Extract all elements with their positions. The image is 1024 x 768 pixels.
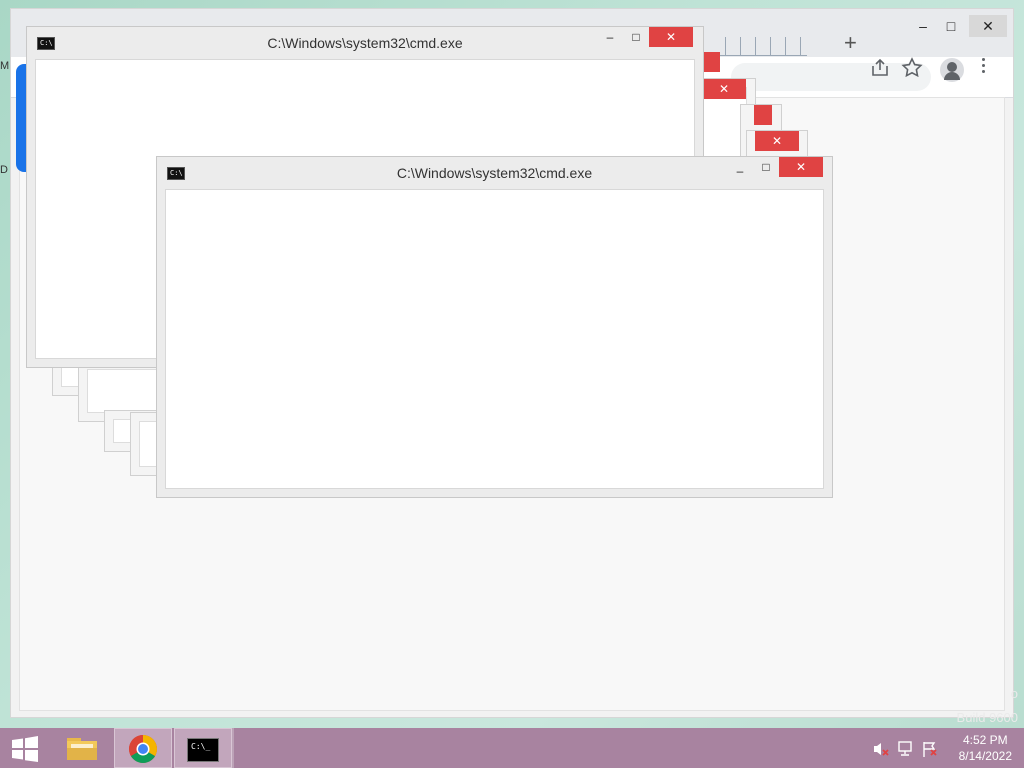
cmd-window-front: C:\ C:\Windows\system32\cmd.exe – □ ✕ — [156, 156, 833, 498]
chrome-minimize-button[interactable]: – — [911, 15, 935, 37]
ghost-close-button[interactable]: ✕ — [702, 79, 746, 99]
taskbar: C:\_ — [0, 728, 1024, 768]
windows-logo-icon — [12, 736, 38, 762]
ghost-close-button[interactable] — [754, 105, 772, 125]
chrome-menu-icon[interactable] — [982, 58, 986, 76]
watermark-build: Build 9600 — [956, 710, 1018, 725]
maximize-button[interactable]: □ — [625, 27, 647, 47]
folder-icon — [67, 738, 97, 760]
close-button[interactable]: ✕ — [649, 27, 693, 47]
cmd-titlebar[interactable]: C:\ C:\Windows\system32\cmd.exe – □ ✕ — [157, 157, 832, 189]
taskbar-chrome[interactable] — [114, 728, 172, 768]
ghost-close-button[interactable]: ✕ — [755, 131, 799, 151]
desktop-icon-label-m: M — [0, 60, 10, 72]
speaker-muted-icon[interactable] — [872, 740, 890, 758]
start-button[interactable] — [0, 728, 50, 768]
taskbar-divider — [232, 728, 234, 768]
clock-time: 4:52 PM — [962, 733, 1008, 747]
system-clock[interactable]: 4:52 PM 8/14/2022 — [959, 732, 1012, 764]
watermark-line-1: o — [1010, 686, 1018, 701]
chrome-icon — [129, 735, 157, 763]
share-icon[interactable] — [868, 56, 892, 80]
close-button[interactable]: ✕ — [779, 157, 823, 177]
cmd-titlebar[interactable]: C:\ C:\Windows\system32\cmd.exe – □ ✕ — [27, 27, 703, 59]
new-tab-button[interactable]: + — [844, 31, 857, 55]
minimize-button[interactable]: – — [729, 161, 751, 181]
taskbar-file-explorer[interactable] — [54, 728, 112, 768]
clock-date: 8/14/2022 — [958, 749, 1012, 763]
tab-strip-ticks — [711, 27, 807, 56]
bookmark-star-icon[interactable] — [900, 56, 924, 80]
minimize-button[interactable]: – — [599, 27, 621, 47]
taskbar-cmd[interactable]: C:\_ — [174, 728, 232, 768]
network-icon[interactable] — [897, 740, 915, 758]
profile-avatar-icon[interactable] — [940, 58, 964, 82]
cmd-icon: C:\_ — [187, 738, 219, 762]
action-center-flag-icon[interactable] — [921, 740, 939, 758]
console-area[interactable] — [165, 189, 824, 489]
maximize-button[interactable]: □ — [755, 157, 777, 177]
desktop-icon-label-d: D — [0, 164, 8, 176]
chrome-maximize-button[interactable]: □ — [939, 15, 963, 37]
chrome-close-button[interactable]: ✕ — [969, 15, 1007, 37]
